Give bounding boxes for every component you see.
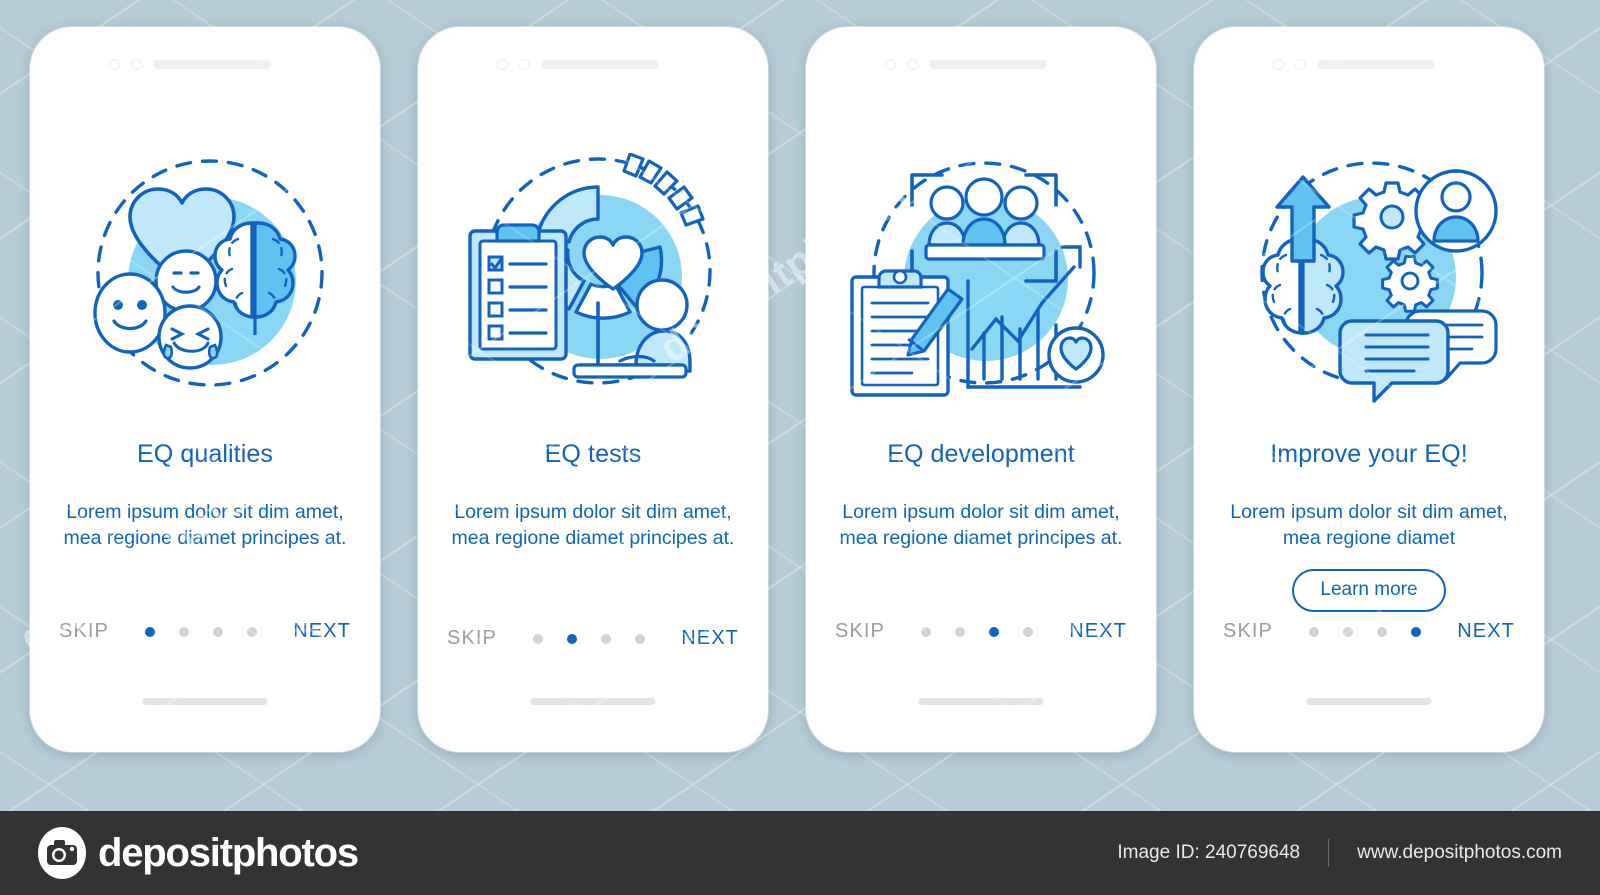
next-button[interactable]: NEXT (681, 627, 739, 650)
skip-button[interactable]: SKIP (447, 627, 497, 650)
screen-title: Improve your EQ! (1270, 440, 1468, 468)
pagination-dot-2[interactable] (955, 626, 966, 637)
pagination-dots[interactable] (1309, 626, 1422, 637)
nav-row-3: SKIP NEXT (835, 620, 1127, 643)
text-block-3: EQ development Lorem ipsum dolor sit dim… (833, 440, 1129, 551)
image-id-label: Image ID: 240769648 (1117, 842, 1301, 863)
illustration-eq-tests (425, 153, 761, 418)
earpiece-speaker-icon (541, 59, 659, 69)
phone-notch-1 (37, 57, 373, 71)
earpiece-speaker-icon (153, 59, 271, 69)
camera-logo-icon (38, 827, 86, 879)
earpiece-speaker-icon (1317, 59, 1435, 69)
phone-screen-1: EQ qualities Lorem ipsum dolor sit dim a… (37, 35, 373, 745)
pagination-dot-1[interactable] (145, 626, 156, 637)
pagination-dots[interactable] (145, 626, 258, 637)
proximity-sensor-icon (519, 58, 530, 70)
pagination-dot-2[interactable] (567, 633, 578, 644)
pagination-dot-3[interactable] (601, 633, 612, 644)
pagination-dot-4[interactable] (635, 633, 646, 644)
skip-button[interactable]: SKIP (59, 620, 109, 643)
camera-sensor-icon (109, 58, 120, 70)
phone-screen-2: EQ tests Lorem ipsum dolor sit dim amet,… (425, 35, 761, 745)
illustration-eq-qualities (37, 153, 373, 418)
phone-mockup-1: EQ qualities Lorem ipsum dolor sit dim a… (30, 27, 380, 752)
illustration-eq-development (813, 153, 1149, 418)
camera-sensor-icon (497, 58, 508, 70)
pagination-dot-4[interactable] (1411, 626, 1422, 637)
phone-screen-4: Improve your EQ! Lorem ipsum dolor sit d… (1201, 35, 1537, 745)
screen-description: Lorem ipsum dolor sit dim amet, mea regi… (451, 501, 735, 549)
phone-mockup-2: EQ tests Lorem ipsum dolor sit dim amet,… (418, 27, 768, 752)
phone-screen-3: EQ development Lorem ipsum dolor sit dim… (813, 35, 1149, 745)
screen-description: Lorem ipsum dolor sit dim amet, mea regi… (839, 501, 1123, 549)
text-block-1: EQ qualities Lorem ipsum dolor sit dim a… (57, 440, 353, 551)
pagination-dots[interactable] (921, 626, 1034, 637)
learn-more-button[interactable]: Learn more (1292, 569, 1446, 612)
proximity-sensor-icon (131, 58, 142, 70)
pagination-dot-3[interactable] (989, 626, 1000, 637)
pagination-dot-1[interactable] (921, 626, 932, 637)
pagination-dot-4[interactable] (1023, 626, 1034, 637)
pagination-dot-4[interactable] (247, 626, 258, 637)
brand-wordmark: depositphotos (98, 830, 359, 875)
footer-bar: depositphotos Image ID: 240769648 www.de… (0, 811, 1600, 895)
poster-canvas: EQ qualities Lorem ipsum dolor sit dim a… (0, 0, 1600, 895)
pagination-dot-2[interactable] (179, 626, 190, 637)
text-block-4: Improve your EQ! Lorem ipsum dolor sit d… (1221, 440, 1517, 612)
proximity-sensor-icon (907, 58, 918, 70)
pagination-dot-1[interactable] (1309, 626, 1320, 637)
next-button[interactable]: NEXT (1069, 620, 1127, 643)
nav-row-2: SKIP NEXT (447, 627, 739, 650)
pagination-dots[interactable] (533, 633, 646, 644)
text-block-2: EQ tests Lorem ipsum dolor sit dim amet,… (445, 440, 741, 551)
nav-row-4: SKIP NEXT (1223, 620, 1515, 643)
proximity-sensor-icon (1295, 58, 1306, 70)
illustration-improve-your-eq (1201, 153, 1537, 418)
phone-mockup-3: EQ development Lorem ipsum dolor sit dim… (806, 27, 1156, 752)
nav-row-1: SKIP NEXT (59, 620, 351, 643)
skip-button[interactable]: SKIP (1223, 620, 1273, 643)
pagination-dot-3[interactable] (213, 626, 224, 637)
website-url: www.depositphotos.com (1357, 842, 1562, 863)
next-button[interactable]: NEXT (1457, 620, 1515, 643)
home-indicator (142, 698, 268, 705)
screen-title: EQ development (887, 440, 1075, 468)
home-indicator (918, 698, 1044, 705)
depositphotos-logo: depositphotos (36, 827, 359, 879)
pagination-dot-1[interactable] (533, 633, 544, 644)
phone-notch-2 (425, 57, 761, 71)
pagination-dot-3[interactable] (1377, 626, 1388, 637)
skip-button[interactable]: SKIP (835, 620, 885, 643)
screen-description: Lorem ipsum dolor sit dim amet, mea regi… (1230, 501, 1508, 549)
home-indicator (1306, 698, 1432, 705)
footer-divider (1328, 839, 1330, 867)
footer-meta: Image ID: 240769648 www.depositphotos.co… (1117, 839, 1562, 867)
screen-title: EQ tests (544, 440, 642, 468)
pagination-dot-2[interactable] (1343, 626, 1354, 637)
camera-sensor-icon (885, 58, 896, 70)
screen-title: EQ qualities (137, 440, 273, 468)
next-button[interactable]: NEXT (293, 620, 351, 643)
phone-notch-4 (1201, 57, 1537, 71)
home-indicator (530, 698, 656, 705)
phone-mockup-4: Improve your EQ! Lorem ipsum dolor sit d… (1194, 27, 1544, 752)
camera-sensor-icon (1273, 58, 1284, 70)
earpiece-speaker-icon (929, 59, 1047, 69)
phone-notch-3 (813, 57, 1149, 71)
screen-description: Lorem ipsum dolor sit dim amet, mea regi… (63, 501, 347, 549)
